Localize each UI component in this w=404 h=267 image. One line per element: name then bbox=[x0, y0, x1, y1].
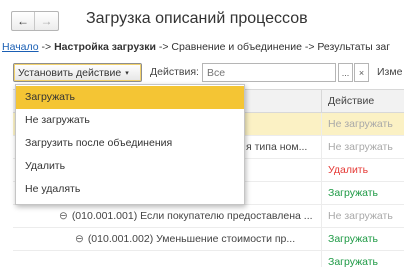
row-name: ⊖ (010.001.002) Уменьшение стоимости пр..… bbox=[75, 228, 295, 250]
truncated-label: Изме bbox=[377, 66, 403, 78]
table-row[interactable]: ⊖ (010.001.002) Уменьшение стоимости пр..… bbox=[13, 228, 404, 251]
row-action: Не загружать bbox=[321, 113, 404, 136]
select-button[interactable]: ... bbox=[338, 63, 353, 82]
table-row[interactable]: Загружать bbox=[13, 251, 404, 267]
row-action: Загружать bbox=[321, 228, 404, 251]
collapse-icon[interactable]: ⊖ bbox=[75, 233, 84, 245]
row-name-text: (010.001.001) Если покупателю предоставл… bbox=[71, 210, 313, 222]
menu-item-load-after-merge[interactable]: Загрузить после объединения bbox=[16, 132, 244, 155]
breadcrumb-rest: -> Сравнение и объединение -> Результаты… bbox=[155, 41, 391, 53]
row-name-text: (010.001.002) Уменьшение стоимости пр... bbox=[87, 233, 296, 245]
clear-icon[interactable]: × bbox=[354, 63, 369, 82]
chevron-down-icon: ▾ bbox=[125, 69, 129, 77]
row-action: Не загружать bbox=[321, 205, 404, 228]
row-name: я типа ном... bbox=[246, 141, 308, 153]
toolbar: Установить действие ▾ Действия: ... × Из… bbox=[0, 63, 404, 83]
row-action: Загружать bbox=[321, 251, 404, 267]
breadcrumb-separator: -> bbox=[38, 41, 55, 53]
page-title: Загрузка описаний процессов bbox=[86, 10, 308, 27]
set-action-button[interactable]: Установить действие ▾ bbox=[13, 63, 142, 82]
row-action: Не загружать bbox=[321, 136, 404, 159]
set-action-label: Установить действие bbox=[18, 66, 122, 79]
row-action: Удалить bbox=[321, 159, 404, 182]
menu-item-dont-load[interactable]: Не загружать bbox=[16, 109, 244, 132]
breadcrumb-link-start[interactable]: Начало bbox=[2, 41, 39, 53]
back-arrow-icon[interactable]: ← bbox=[12, 12, 36, 30]
column-header-action[interactable]: Действие bbox=[321, 90, 404, 113]
set-action-dropdown-menu: Загружать Не загружать Загрузить после о… bbox=[15, 84, 245, 205]
menu-item-load[interactable]: Загружать bbox=[16, 86, 244, 109]
actions-filter-label: Действия: bbox=[150, 66, 199, 78]
breadcrumb-current: Настройка загрузки bbox=[54, 41, 156, 53]
row-action: Загружать bbox=[321, 182, 404, 205]
actions-filter-input[interactable] bbox=[202, 63, 336, 82]
navigation-buttons: ← → bbox=[11, 11, 59, 31]
forward-arrow-icon[interactable]: → bbox=[35, 12, 58, 30]
menu-item-dont-delete[interactable]: Не удалять bbox=[16, 178, 244, 201]
collapse-icon[interactable]: ⊖ bbox=[59, 210, 68, 222]
breadcrumb: Начало -> Настройка загрузки -> Сравнени… bbox=[2, 41, 390, 53]
table-row[interactable]: ⊖ (010.001.001) Если покупателю предостав… bbox=[13, 205, 404, 228]
row-name: ⊖ (010.001.001) Если покупателю предостав… bbox=[59, 205, 313, 227]
menu-item-delete[interactable]: Удалить bbox=[16, 155, 244, 178]
